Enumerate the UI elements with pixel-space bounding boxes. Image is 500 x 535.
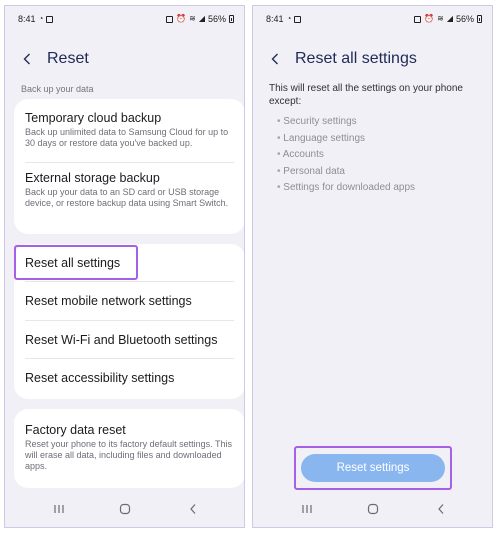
list-item: Settings for downloaded apps <box>277 180 415 197</box>
recent-apps-icon[interactable] <box>295 499 319 519</box>
whatsapp-icon: ◔ <box>286 14 292 23</box>
page-title: Reset all settings <box>295 50 417 67</box>
signal-icon: ◢ <box>446 14 453 23</box>
gallery-icon <box>46 15 54 23</box>
lock-icon <box>166 15 174 23</box>
section-label-backup: Back up your data <box>21 84 94 94</box>
back-arrow-icon[interactable] <box>267 51 283 67</box>
alarm-icon: ⏰ <box>176 14 187 23</box>
backup-card: Temporary cloud backup Back up unlimited… <box>14 99 244 234</box>
list-item: Personal data <box>277 164 415 181</box>
reset-settings-button[interactable]: Reset settings <box>301 454 445 482</box>
item-title: Factory data reset <box>25 423 126 437</box>
status-battery-percent: 56% <box>455 14 474 24</box>
whatsapp-icon: ◔ <box>38 14 44 23</box>
signal-icon: ◢ <box>198 14 205 23</box>
divider <box>25 281 234 282</box>
header: Reset <box>19 50 89 68</box>
status-bar: 8:41 ◔ ⏰ ≋ ◢ 56% <box>253 12 492 28</box>
header: Reset all settings <box>267 50 417 68</box>
navigation-bar <box>253 499 492 519</box>
navigation-bar <box>5 499 244 519</box>
factory-data-reset-item[interactable]: Factory data reset Reset your phone to i… <box>14 423 244 472</box>
item-title: Reset Wi-Fi and Bluetooth settings <box>25 333 218 347</box>
divider <box>25 320 234 321</box>
item-description: Reset your phone to its factory default … <box>25 439 232 471</box>
status-time: 8:41 <box>266 14 284 24</box>
wifi-icon: ≋ <box>189 14 196 23</box>
status-battery-percent: 56% <box>207 14 226 24</box>
status-bar: 8:41 ◔ ⏰ ≋ ◢ 56% <box>5 12 244 28</box>
reset-all-settings-item[interactable]: Reset all settings <box>14 256 244 270</box>
reset-all-settings-screen: 8:41 ◔ ⏰ ≋ ◢ 56% Reset all settings This… <box>252 5 493 528</box>
back-nav-icon[interactable] <box>181 499 205 519</box>
intro-text: This will reset all the settings on your… <box>269 83 463 107</box>
reset-accessibility-settings-item[interactable]: Reset accessibility settings <box>14 371 244 385</box>
item-title: Reset all settings <box>25 256 121 270</box>
home-icon[interactable] <box>361 499 385 519</box>
reset-options-card: Reset all settings Reset mobile network … <box>14 244 244 399</box>
lock-icon <box>414 15 422 23</box>
divider <box>25 162 234 163</box>
item-title: External storage backup <box>25 171 160 185</box>
recent-apps-icon[interactable] <box>47 499 71 519</box>
external-storage-backup-item[interactable]: External storage backup Back up your dat… <box>14 171 244 209</box>
battery-icon <box>477 15 482 23</box>
gallery-icon <box>294 15 302 23</box>
page-title: Reset <box>47 50 89 67</box>
battery-icon <box>229 15 234 23</box>
item-title: Temporary cloud backup <box>25 111 162 125</box>
divider <box>25 358 234 359</box>
factory-reset-card: Factory data reset Reset your phone to i… <box>14 409 244 488</box>
reset-wifi-bluetooth-settings-item[interactable]: Reset Wi-Fi and Bluetooth settings <box>14 333 244 347</box>
item-title: Reset accessibility settings <box>25 371 175 385</box>
item-description: Back up your data to an SD card or USB s… <box>25 187 229 208</box>
back-nav-icon[interactable] <box>429 499 453 519</box>
home-icon[interactable] <box>113 499 137 519</box>
alarm-icon: ⏰ <box>424 14 435 23</box>
reset-screen: 8:41 ◔ ⏰ ≋ ◢ 56% Reset Back up your data… <box>4 5 245 528</box>
exceptions-list: Security settings Language settings Acco… <box>277 114 415 197</box>
wifi-icon: ≋ <box>437 14 444 23</box>
list-item: Language settings <box>277 131 415 148</box>
item-title: Reset mobile network settings <box>25 294 192 308</box>
back-arrow-icon[interactable] <box>19 51 35 67</box>
status-time: 8:41 <box>18 14 36 24</box>
list-item: Accounts <box>277 147 415 164</box>
list-item: Security settings <box>277 114 415 131</box>
reset-mobile-network-settings-item[interactable]: Reset mobile network settings <box>14 294 244 308</box>
temporary-cloud-backup-item[interactable]: Temporary cloud backup Back up unlimited… <box>14 111 244 149</box>
item-description: Back up unlimited data to Samsung Cloud … <box>25 127 229 148</box>
